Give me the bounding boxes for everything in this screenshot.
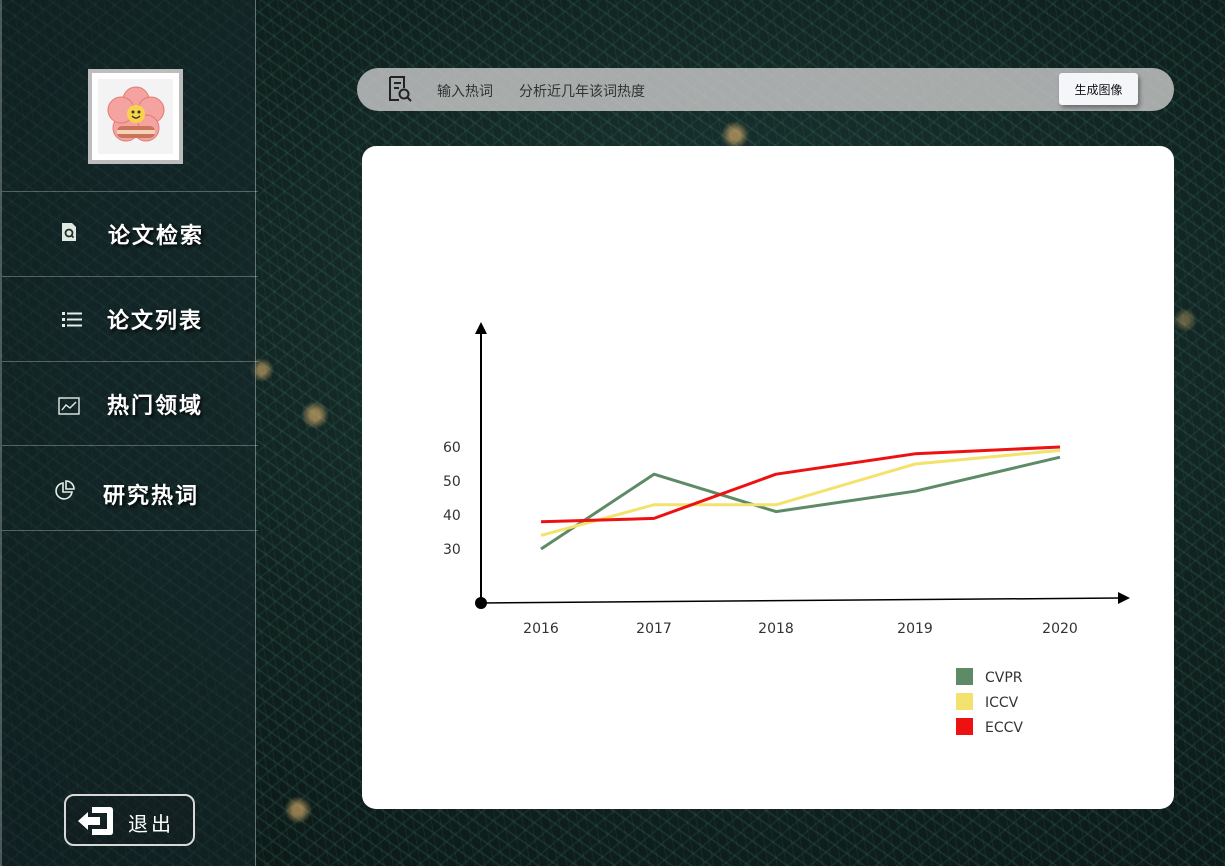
sidebar-item-label: 热门领域 bbox=[107, 393, 204, 419]
x-tick-label: 2018 bbox=[758, 621, 794, 637]
y-tick-label: 50 bbox=[443, 474, 461, 490]
avatar[interactable] bbox=[88, 69, 183, 164]
x-tick-label: 2020 bbox=[1042, 621, 1078, 637]
x-axis bbox=[480, 597, 1121, 604]
sidebar-item-paper-list[interactable]: 论文列表 bbox=[2, 277, 258, 361]
exit-door-icon bbox=[76, 805, 116, 841]
y-tick-label: 30 bbox=[443, 542, 461, 558]
y-tick-label: 40 bbox=[443, 508, 461, 524]
hotword-search-bar: 输入热词 分析近几年该词热度 生成图像 bbox=[357, 68, 1174, 111]
y-axis-arrow bbox=[475, 322, 487, 334]
legend-swatch bbox=[956, 668, 973, 685]
generate-chart-button[interactable]: 生成图像 bbox=[1059, 73, 1138, 105]
y-tick-label: 60 bbox=[443, 440, 461, 456]
divider bbox=[2, 530, 258, 531]
x-tick-label: 2019 bbox=[897, 621, 933, 637]
search-document-icon bbox=[387, 75, 413, 103]
legend-swatch bbox=[956, 718, 973, 735]
line-chart-icon bbox=[58, 395, 80, 417]
x-tick-label: 2017 bbox=[636, 621, 672, 637]
pie-chart-icon bbox=[53, 480, 75, 502]
search-hint: 分析近几年该词热度 bbox=[519, 84, 645, 100]
legend-label: ECCV bbox=[985, 720, 1023, 736]
sidebar-item-label: 论文列表 bbox=[107, 308, 204, 334]
logout-label: 退出 bbox=[128, 812, 174, 836]
logout-button[interactable]: 退出 bbox=[64, 794, 195, 846]
legend-label: CVPR bbox=[985, 670, 1023, 686]
sidebar-item-label: 论文检索 bbox=[108, 223, 205, 249]
hotword-trend-chart: 30 40 50 60 2016 2017 2018 2019 2020 CVPR ICCV EC… bbox=[443, 322, 1130, 736]
series-line-iccv bbox=[540, 448, 1061, 537]
list-icon bbox=[61, 308, 83, 330]
document-search-icon bbox=[58, 221, 80, 243]
sidebar: 论文检索 论文列表 热门领域 研究热词 退出 bbox=[0, 0, 258, 866]
x-tick-label: 2016 bbox=[523, 621, 559, 637]
sidebar-item-hot-fields[interactable]: 热门领域 bbox=[2, 362, 258, 446]
sidebar-item-label: 研究热词 bbox=[103, 483, 200, 509]
legend-swatch bbox=[956, 693, 973, 710]
sidebar-item-research-hotwords[interactable]: 研究热词 bbox=[2, 446, 258, 530]
x-axis-arrow bbox=[1118, 592, 1130, 604]
legend-label: ICCV bbox=[985, 695, 1019, 711]
sidebar-item-paper-search[interactable]: 论文检索 bbox=[2, 192, 258, 276]
chart-card: 30 40 50 60 2016 2017 2018 2019 2020 CVPR ICCV EC… bbox=[362, 146, 1174, 809]
flower-avatar-icon bbox=[98, 79, 173, 154]
axis-origin bbox=[475, 597, 487, 609]
search-input[interactable]: 输入热词 bbox=[437, 81, 493, 101]
